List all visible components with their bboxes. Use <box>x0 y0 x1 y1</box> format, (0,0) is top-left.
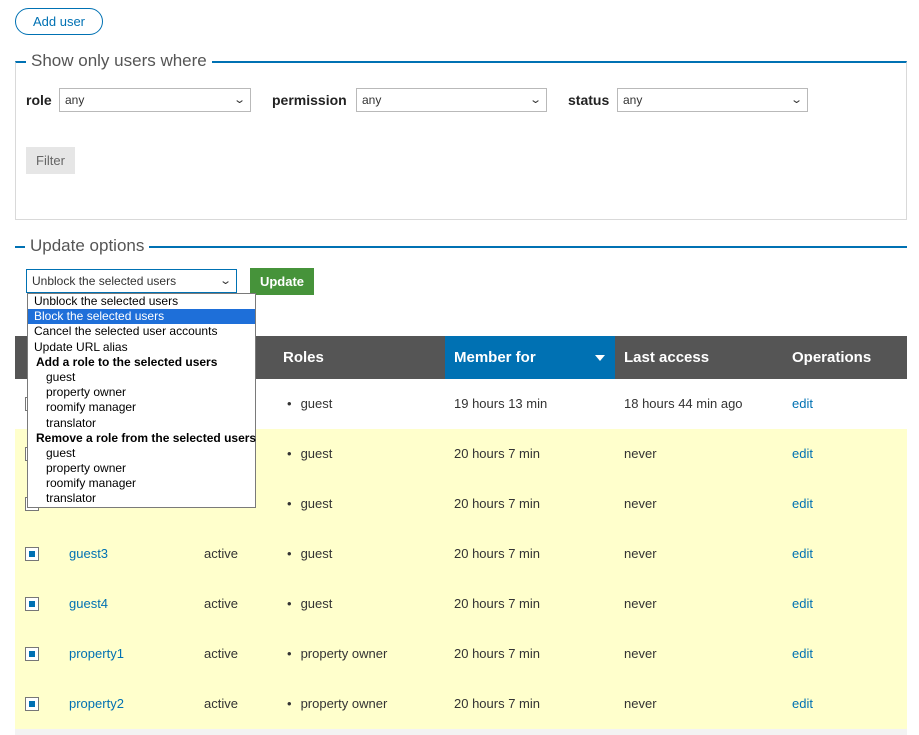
role-text: guest <box>300 496 333 511</box>
filter-button[interactable]: Filter <box>26 147 75 174</box>
username-link[interactable]: property1 <box>69 646 124 661</box>
dropdown-option[interactable]: roomify manager <box>28 476 255 491</box>
member-for-cell: 20 hours 7 min <box>454 496 540 511</box>
role-cell: guest <box>287 429 333 479</box>
operation-dropdown-list: Unblock the selected users Block the sele… <box>27 293 256 508</box>
member-for-cell: 20 hours 7 min <box>454 596 540 611</box>
header-member-for[interactable]: Member for <box>445 336 615 379</box>
add-user-button[interactable]: Add user <box>15 8 103 35</box>
last-access-cell: never <box>624 646 657 661</box>
operation-select[interactable]: Unblock the selected users ⌄ <box>26 269 237 293</box>
role-cell: guest <box>287 529 333 579</box>
dropdown-option-group: Remove a role from the selected users <box>36 430 257 445</box>
dropdown-option-group: Add a role to the selected users <box>36 354 218 369</box>
dropdown-option[interactable]: Unblock the selected users <box>28 294 255 309</box>
role-label: role <box>26 92 52 108</box>
permission-select[interactable]: any ⌄ <box>356 88 547 112</box>
table-row: guest4 active guest 20 hours 7 min never edit <box>15 579 907 629</box>
dropdown-option[interactable]: property owner <box>28 385 255 400</box>
status-label: status <box>568 92 610 108</box>
role-cell: property owner <box>287 629 388 679</box>
role-select[interactable]: any ⌄ <box>59 88 251 112</box>
dropdown-option[interactable]: roomify manager <box>28 400 255 415</box>
last-access-cell: never <box>624 596 657 611</box>
status-select[interactable]: any ⌄ <box>617 88 808 112</box>
row-checkbox[interactable] <box>25 697 39 711</box>
edit-link[interactable]: edit <box>792 546 813 561</box>
edit-link[interactable]: edit <box>792 696 813 711</box>
status-cell: active <box>204 696 238 711</box>
chevron-down-icon: ⌄ <box>528 94 542 106</box>
dropdown-option[interactable]: guest <box>28 370 255 385</box>
row-checkbox[interactable] <box>25 647 39 661</box>
chevron-down-icon: ⌄ <box>789 94 803 106</box>
table-bottom-strip <box>15 729 907 735</box>
member-for-cell: 20 hours 7 min <box>454 546 540 561</box>
status-cell: active <box>204 596 238 611</box>
role-cell: property owner <box>287 679 388 729</box>
update-options-legend: Update options <box>25 235 150 257</box>
member-for-cell: 20 hours 7 min <box>454 446 540 461</box>
edit-link[interactable]: edit <box>792 646 813 661</box>
edit-link[interactable]: edit <box>792 446 813 461</box>
dropdown-option[interactable]: Block the selected users <box>28 309 255 325</box>
last-access-cell: never <box>624 696 657 711</box>
header-roles[interactable]: Roles <box>283 336 443 379</box>
permission-label: permission <box>272 92 347 108</box>
table-row: guest3 active guest 20 hours 7 min never edit <box>15 529 907 579</box>
dropdown-option[interactable]: guest <box>28 446 255 461</box>
username-link[interactable]: guest4 <box>69 596 108 611</box>
role-select-value: any <box>65 93 85 107</box>
header-member-for-label: Member for <box>454 349 536 366</box>
member-for-cell: 19 hours 13 min <box>454 396 548 411</box>
table-row: property1 active property owner 20 hours 7 … <box>15 629 907 679</box>
member-for-cell: 20 hours 7 min <box>454 696 540 711</box>
permission-select-value: any <box>362 93 382 107</box>
role-text: guest <box>300 446 333 461</box>
dropdown-option[interactable]: Update URL alias <box>28 340 255 355</box>
role-text: property owner <box>300 696 388 711</box>
row-checkbox[interactable] <box>25 547 39 561</box>
edit-link[interactable]: edit <box>792 396 813 411</box>
role-cell: guest <box>287 379 333 429</box>
status-select-value: any <box>623 93 643 107</box>
status-cell: active <box>204 646 238 661</box>
dropdown-option[interactable]: Cancel the selected user accounts <box>28 324 255 339</box>
header-operations: Operations <box>792 336 907 379</box>
username-link[interactable]: property2 <box>69 696 124 711</box>
member-for-cell: 20 hours 7 min <box>454 646 540 661</box>
header-last-access[interactable]: Last access <box>624 336 784 379</box>
table-row: property2 active property owner 20 hours 7 … <box>15 679 907 729</box>
sort-desc-icon <box>595 355 605 361</box>
filter-legend: Show only users where <box>26 50 212 72</box>
role-text: guest <box>300 396 333 411</box>
edit-link[interactable]: edit <box>792 596 813 611</box>
update-button[interactable]: Update <box>250 268 314 295</box>
dropdown-option[interactable]: translator <box>28 491 255 506</box>
last-access-cell: never <box>624 546 657 561</box>
last-access-cell: never <box>624 446 657 461</box>
chevron-down-icon: ⌄ <box>232 94 246 106</box>
header-roles-label: Roles <box>283 349 324 366</box>
role-text: guest <box>300 596 333 611</box>
header-operations-label: Operations <box>792 349 872 366</box>
chevron-down-icon: ⌄ <box>218 275 232 287</box>
status-cell: active <box>204 546 238 561</box>
last-access-cell: never <box>624 496 657 511</box>
last-access-cell: 18 hours 44 min ago <box>624 396 743 411</box>
dropdown-option[interactable]: translator <box>28 416 255 431</box>
row-checkbox[interactable] <box>25 597 39 611</box>
role-cell: guest <box>287 479 333 529</box>
username-link[interactable]: guest3 <box>69 546 108 561</box>
role-cell: guest <box>287 579 333 629</box>
header-last-access-label: Last access <box>624 349 710 366</box>
role-text: guest <box>300 546 333 561</box>
dropdown-option[interactable]: property owner <box>28 461 255 476</box>
role-text: property owner <box>300 646 388 661</box>
filter-fieldset: Show only users where role any ⌄ permiss… <box>15 50 907 220</box>
operation-select-value: Unblock the selected users <box>32 274 177 288</box>
edit-link[interactable]: edit <box>792 496 813 511</box>
